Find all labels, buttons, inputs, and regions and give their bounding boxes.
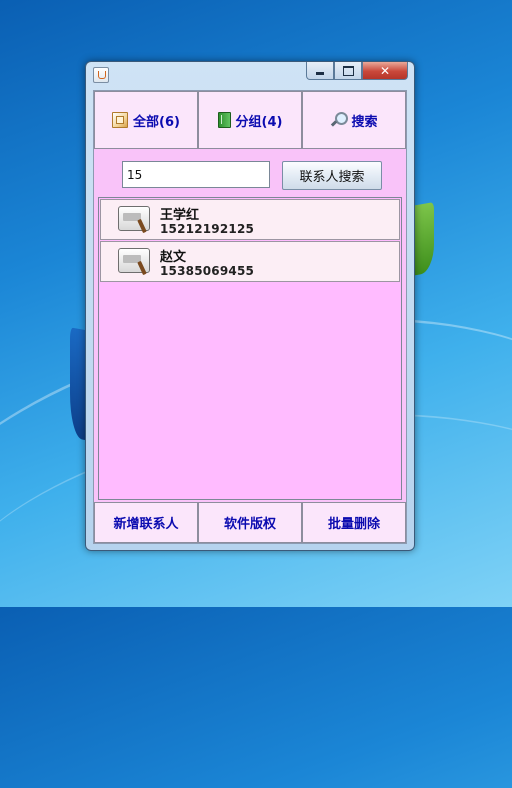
main-panel: 全部(6) 分组(4) 搜索 联系人搜索 王学红 15212192125 xyxy=(93,90,407,544)
app-window: ✕ 全部(6) 分组(4) 搜索 联系人搜索 王学红 xyxy=(85,61,415,551)
list-item[interactable]: 王学红 15212192125 xyxy=(100,199,400,240)
tab-search[interactable]: 搜索 xyxy=(302,91,406,149)
title-bar[interactable]: ✕ xyxy=(86,62,414,88)
copyright-button[interactable]: 软件版权 xyxy=(198,502,302,543)
green-book-icon xyxy=(217,112,231,128)
tab-all-label: 全部(6) xyxy=(133,114,180,130)
minimize-icon xyxy=(316,71,324,75)
minimize-button[interactable] xyxy=(306,62,334,80)
contact-phone: 15385069455 xyxy=(160,264,255,278)
top-tab-bar: 全部(6) 分组(4) 搜索 xyxy=(94,91,406,151)
tab-search-label: 搜索 xyxy=(351,114,378,130)
tab-groups-label: 分组(4) xyxy=(235,114,283,130)
contact-search-button[interactable]: 联系人搜索 xyxy=(282,161,382,190)
contact-phone: 15212192125 xyxy=(160,222,255,236)
contact-card-icon xyxy=(118,248,150,273)
search-input[interactable] xyxy=(122,161,270,188)
magnifier-icon xyxy=(330,112,349,128)
close-icon: ✕ xyxy=(379,63,391,78)
bottom-button-bar: 新增联系人 软件版权 批量删除 xyxy=(94,502,406,543)
add-contact-button[interactable]: 新增联系人 xyxy=(94,502,198,543)
tab-all[interactable]: 全部(6) xyxy=(94,91,198,149)
contact-card-icon xyxy=(118,206,150,231)
search-row: 联系人搜索 xyxy=(94,151,406,196)
close-button[interactable]: ✕ xyxy=(362,62,408,80)
maximize-icon xyxy=(342,65,354,76)
contact-name: 王学红 xyxy=(160,208,200,223)
batch-delete-button[interactable]: 批量删除 xyxy=(302,502,406,543)
tab-groups[interactable]: 分组(4) xyxy=(198,91,302,149)
contact-name: 赵文 xyxy=(160,250,187,265)
maximize-button[interactable] xyxy=(334,62,362,80)
list-item[interactable]: 赵文 15385069455 xyxy=(100,241,400,282)
address-book-icon xyxy=(112,112,129,128)
contact-list[interactable]: 王学红 15212192125 赵文 15385069455 xyxy=(98,197,402,500)
java-app-icon[interactable] xyxy=(93,67,109,83)
window-controls: ✕ xyxy=(306,62,408,80)
